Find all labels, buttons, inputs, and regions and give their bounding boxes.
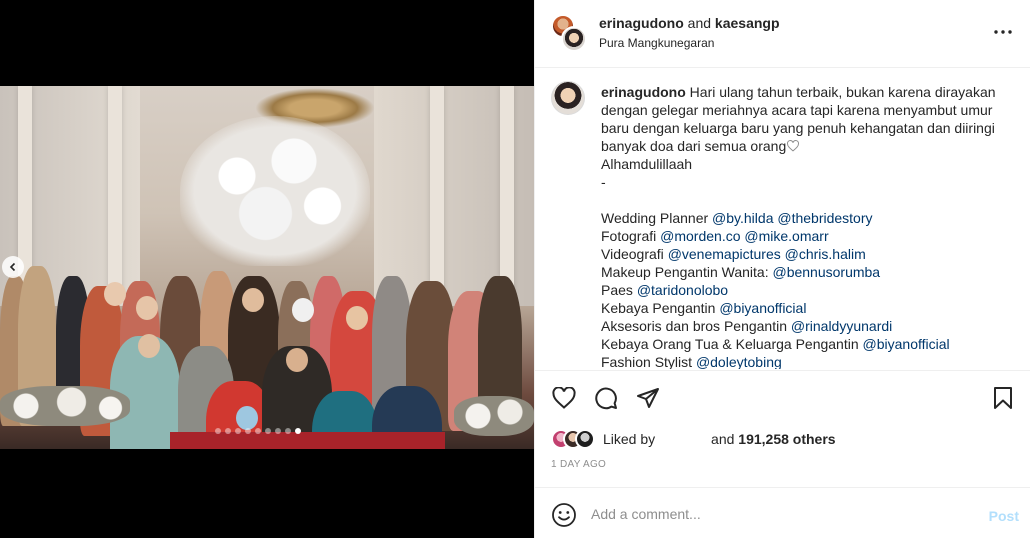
mention-link[interactable]: @by.hilda @thebridestory <box>712 210 872 226</box>
avatar[interactable] <box>551 81 585 115</box>
credit-label: Aksesoris dan bros Pengantin <box>601 318 791 334</box>
share-button[interactable] <box>635 385 661 411</box>
media-pane <box>0 0 534 538</box>
send-icon <box>637 388 659 408</box>
liker-avatar <box>575 429 595 449</box>
carousel-dot <box>235 428 241 434</box>
comment-input[interactable] <box>591 500 971 528</box>
carousel-dot <box>275 428 281 434</box>
caption-text: baru dengan keluarga baru yang penuh keh… <box>601 120 995 136</box>
likes-summary[interactable]: Liked by and 191,258 others <box>551 427 836 451</box>
carousel-dot <box>255 428 261 434</box>
comment-button[interactable] <box>593 385 619 411</box>
caption-text: dengan gelegar meriahnya acara tapi kare… <box>601 102 993 118</box>
post-timestamp[interactable]: 1 DAY AGO <box>551 459 606 470</box>
credit-line: Fashion Stylist @doleytobing <box>601 353 1011 369</box>
avatar <box>561 26 587 52</box>
like-button[interactable] <box>551 385 577 411</box>
chevron-left-icon <box>9 262 16 272</box>
post-comment-button[interactable]: Post <box>989 508 1019 524</box>
post-caption: erinagudono Hari ulang tahun terbaik, bu… <box>601 83 1011 369</box>
credit-label: Fotografi <box>601 228 661 244</box>
collab-avatars[interactable] <box>551 14 587 52</box>
save-button[interactable] <box>991 385 1015 411</box>
credit-label: Wedding Planner <box>601 210 713 226</box>
photo-floor-flowers <box>0 386 130 426</box>
caption-text: - <box>601 174 606 190</box>
comment-composer: Post <box>535 487 1030 538</box>
mention-link[interactable]: @biyanofficial <box>863 336 950 352</box>
carousel-dot <box>295 428 301 434</box>
credit-label: Fashion Stylist <box>601 354 696 369</box>
carousel-dot <box>225 428 231 434</box>
credits-list: Wedding Planner @by.hilda @thebridestory… <box>601 209 1011 369</box>
mention-link[interactable]: @taridonolobo <box>637 282 728 298</box>
photo-red-carpet <box>170 432 445 449</box>
credit-line: Wedding Planner @by.hilda @thebridestory <box>601 209 1011 227</box>
post-sidebar: erinagudono and kaesangp Pura Mangkunega… <box>534 0 1030 538</box>
credit-line: Fotografi @morden.co @mike.omarr <box>601 227 1011 245</box>
username-link[interactable]: kaesangp <box>715 15 780 31</box>
likes-text: Liked by and 191,258 others <box>603 431 836 447</box>
carousel-dot <box>285 428 291 434</box>
mention-link[interactable]: @morden.co @mike.omarr <box>660 228 828 244</box>
bookmark-icon <box>994 387 1012 409</box>
action-bar <box>551 385 661 411</box>
mention-link[interactable]: @rinaldyyunardi <box>791 318 892 334</box>
likes-count[interactable]: 191,258 others <box>738 431 835 447</box>
smiley-icon <box>552 503 576 527</box>
comments-area[interactable]: erinagudono Hari ulang tahun terbaik, bu… <box>535 69 1030 369</box>
and-label: and <box>711 431 735 447</box>
caption-username[interactable]: erinagudono <box>601 84 686 100</box>
heart-outline-icon <box>787 140 800 152</box>
emoji-button[interactable] <box>551 502 577 528</box>
comment-icon <box>595 387 617 410</box>
post-photo[interactable] <box>0 86 534 449</box>
more-options-button[interactable] <box>991 22 1015 42</box>
mention-link[interactable]: @bennusorumba <box>772 264 880 280</box>
caption-text: banyak doa dari semua orang <box>601 138 787 154</box>
credit-line: Videografi @venemapictures @chris.halim <box>601 245 1011 263</box>
mention-link[interactable]: @venemapictures @chris.halim <box>668 246 866 262</box>
and-text: and <box>687 15 712 31</box>
collab-usernames: erinagudono and kaesangp <box>599 15 780 31</box>
credit-label: Kebaya Pengantin <box>601 300 720 316</box>
heart-icon <box>552 387 576 409</box>
credit-line: Kebaya Pengantin @biyanofficial <box>601 299 1011 317</box>
credit-line: Paes @taridonolobo <box>601 281 1011 299</box>
credit-line: Kebaya Orang Tua & Keluarga Pengantin @b… <box>601 335 1011 353</box>
credit-line: Aksesoris dan bros Pengantin @rinaldyyun… <box>601 317 1011 335</box>
credit-label: Paes <box>601 282 637 298</box>
credit-line: Makeup Pengantin Wanita: @bennusorumba <box>601 263 1011 281</box>
carousel-dot <box>245 428 251 434</box>
caption-text: Hari ulang tahun terbaik, bukan karena d… <box>689 84 996 100</box>
mention-link[interactable]: @doleytobing <box>696 354 782 369</box>
more-horizontal-icon <box>994 30 1012 34</box>
carousel-dot <box>215 428 221 434</box>
carousel-indicator <box>215 428 301 434</box>
username-link[interactable]: erinagudono <box>599 15 684 31</box>
credit-label: Kebaya Orang Tua & Keluarga Pengantin <box>601 336 863 352</box>
photo-floor-flowers <box>454 396 534 436</box>
credit-label: Makeup Pengantin Wanita: <box>601 264 773 280</box>
carousel-dot <box>265 428 271 434</box>
liked-by-label: Liked by <box>603 431 656 447</box>
action-section: Liked by and 191,258 others 1 DAY AGO <box>535 370 1030 470</box>
caption-text: Alhamdulillaah <box>601 156 693 172</box>
mention-link[interactable]: @biyanofficial <box>719 300 806 316</box>
carousel-prev-button[interactable] <box>2 256 24 278</box>
post-header: erinagudono and kaesangp Pura Mangkunega… <box>535 0 1030 68</box>
redacted-username <box>659 433 712 445</box>
credit-label: Videografi <box>601 246 668 262</box>
location-link[interactable]: Pura Mangkunegaran <box>599 36 714 50</box>
